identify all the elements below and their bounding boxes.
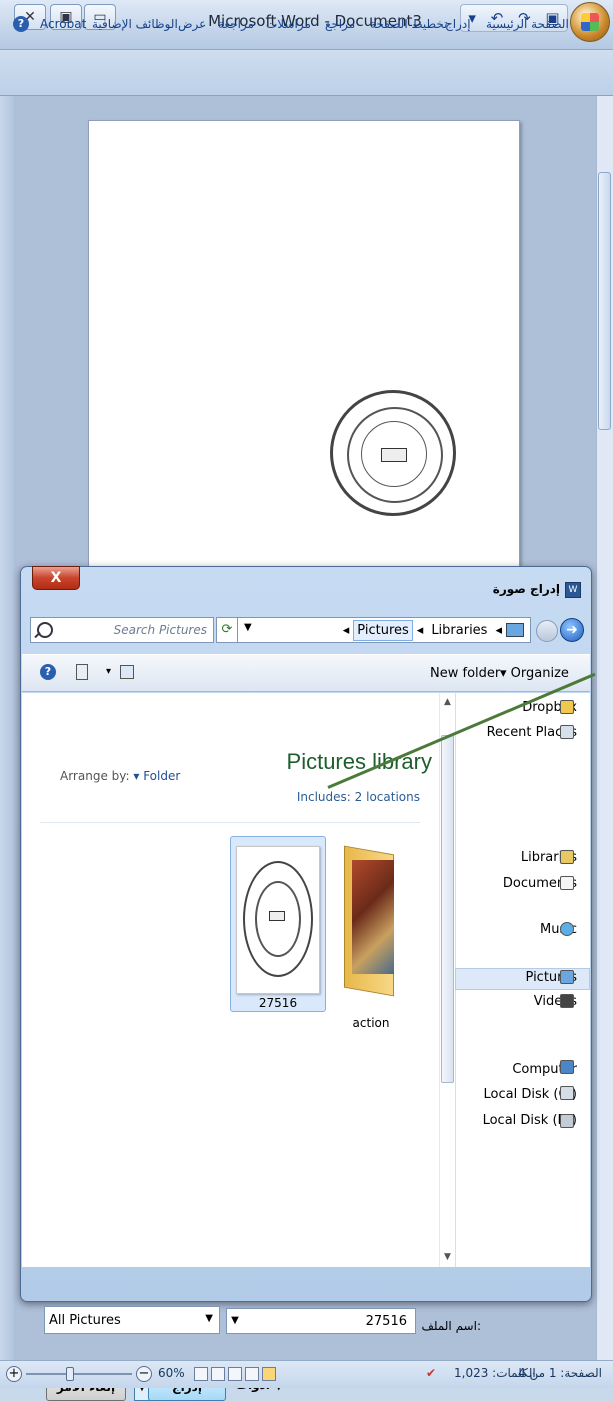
tab-view[interactable]: عرض xyxy=(178,17,206,31)
word-icon: W xyxy=(565,582,581,598)
address-chevron-icon[interactable]: ◂ xyxy=(417,623,424,638)
computer-icon xyxy=(560,1060,574,1074)
tab-home[interactable]: الصفحة الرئيسية xyxy=(486,17,569,31)
proofing-icon[interactable]: ✔ xyxy=(426,1366,436,1380)
help-icon[interactable]: ? xyxy=(13,16,29,32)
filename-input[interactable]: 27516 xyxy=(226,1308,416,1334)
file-list-scrollbar-thumb[interactable] xyxy=(441,735,454,1083)
libraries-icon xyxy=(560,850,574,864)
dropbox-folder-icon xyxy=(560,700,574,714)
documents-icon xyxy=(560,876,574,890)
arrange-by-label: Arrange by: xyxy=(60,769,130,783)
address-chevron-icon[interactable]: ◂ xyxy=(495,623,502,638)
zoom-slider-thumb[interactable] xyxy=(66,1367,74,1381)
music-icon xyxy=(560,922,574,936)
search-placeholder: Search Pictures xyxy=(113,623,207,637)
arrange-by[interactable]: Arrange by: ▾ Folder xyxy=(60,769,180,783)
divider xyxy=(40,822,420,823)
image-thumbnail[interactable] xyxy=(236,846,320,994)
zoom-level[interactable]: 60% xyxy=(158,1366,185,1380)
tab-review[interactable]: مراجعة xyxy=(218,17,254,31)
scroll-up-icon[interactable]: ▲ xyxy=(444,697,451,707)
ribbon-tabs xyxy=(0,50,613,96)
preview-pane-icon[interactable] xyxy=(76,664,88,680)
includes-value[interactable]: 2 locations xyxy=(355,790,420,804)
views-icon[interactable] xyxy=(120,665,134,679)
zoom-in-icon[interactable]: + xyxy=(6,1366,22,1382)
full-screen-reading-icon[interactable] xyxy=(245,1367,259,1381)
filename-label: اسم الملف: xyxy=(421,1319,481,1333)
pictures-icon xyxy=(560,970,574,984)
zoom-out-icon[interactable]: − xyxy=(136,1366,152,1382)
vertical-ruler xyxy=(0,96,14,1360)
tab-insert[interactable]: إدراج xyxy=(445,17,471,31)
organize-button[interactable]: ▾ Organize xyxy=(500,666,569,681)
address-bar[interactable]: ◂ Pictures ◂ Libraries ◂ xyxy=(235,617,531,643)
tab-mailings[interactable]: مراسلات xyxy=(266,17,311,31)
tab-references[interactable]: مراجع xyxy=(325,17,355,31)
zoom-slider[interactable] xyxy=(26,1373,132,1375)
address-dropdown-icon[interactable]: ▼ xyxy=(244,622,252,633)
file-type-value: All Pictures xyxy=(49,1312,121,1328)
recent-places-icon xyxy=(560,725,574,739)
filename-value: 27516 xyxy=(365,1313,407,1329)
back-arrow-icon[interactable]: ➜ xyxy=(560,618,584,642)
includes-label: Includes: xyxy=(296,790,351,804)
help-icon[interactable]: ? xyxy=(40,664,56,680)
folder-icon[interactable] xyxy=(340,842,400,1002)
tab-acrobat[interactable]: Acrobat xyxy=(40,17,86,31)
file-name[interactable]: 27516 xyxy=(230,996,326,1010)
folder-name[interactable]: action xyxy=(336,1016,406,1030)
view-dropdown-icon[interactable]: ▾ xyxy=(106,666,111,677)
draft-view-icon[interactable] xyxy=(194,1367,208,1381)
search-input[interactable]: Search Pictures xyxy=(30,617,214,643)
document-page[interactable] xyxy=(88,120,520,590)
breadcrumb-libraries[interactable]: Libraries xyxy=(427,620,491,641)
page-number[interactable]: الصفحة: 1 من 4 xyxy=(518,1366,602,1380)
print-layout-icon[interactable] xyxy=(262,1367,276,1381)
file-type-dropdown-icon: ▼ xyxy=(205,1313,213,1324)
library-includes[interactable]: Includes: 2 locations xyxy=(240,790,420,804)
forward-arrow-icon[interactable] xyxy=(536,620,558,642)
dialog-close-button[interactable]: X xyxy=(32,566,80,590)
organize-dropdown-icon: ▾ xyxy=(500,666,511,681)
arrange-by-value[interactable]: ▾ Folder xyxy=(133,769,180,783)
new-folder-button[interactable]: New folder xyxy=(430,666,500,681)
filename-dropdown-icon[interactable]: ▼ xyxy=(226,1308,244,1334)
tab-page-layout[interactable]: تخطيط الصفحة xyxy=(370,17,447,31)
web-layout-icon[interactable] xyxy=(228,1367,242,1381)
tab-addins[interactable]: الوظائف الإضافية xyxy=(92,17,178,31)
disk-c-icon xyxy=(560,1086,574,1100)
address-chevron-icon[interactable]: ◂ xyxy=(343,623,350,638)
file-type-select[interactable]: All Pictures ▼ xyxy=(44,1306,220,1334)
pictures-library-icon xyxy=(506,623,524,637)
organize-label: Organize xyxy=(510,666,569,681)
document-scrollbar-thumb[interactable] xyxy=(598,172,611,430)
breadcrumb-pictures[interactable]: Pictures xyxy=(353,619,413,641)
search-icon xyxy=(37,622,53,638)
university-seal-image[interactable] xyxy=(330,390,456,516)
refresh-icon[interactable]: ⟳ xyxy=(216,617,238,643)
scroll-down-icon[interactable]: ▼ xyxy=(444,1252,451,1262)
disk-d-icon xyxy=(560,1114,574,1128)
outline-view-icon[interactable] xyxy=(211,1367,225,1381)
office-button[interactable] xyxy=(570,2,610,42)
videos-icon xyxy=(560,994,574,1008)
dialog-title: إدراج صورة xyxy=(492,582,560,596)
